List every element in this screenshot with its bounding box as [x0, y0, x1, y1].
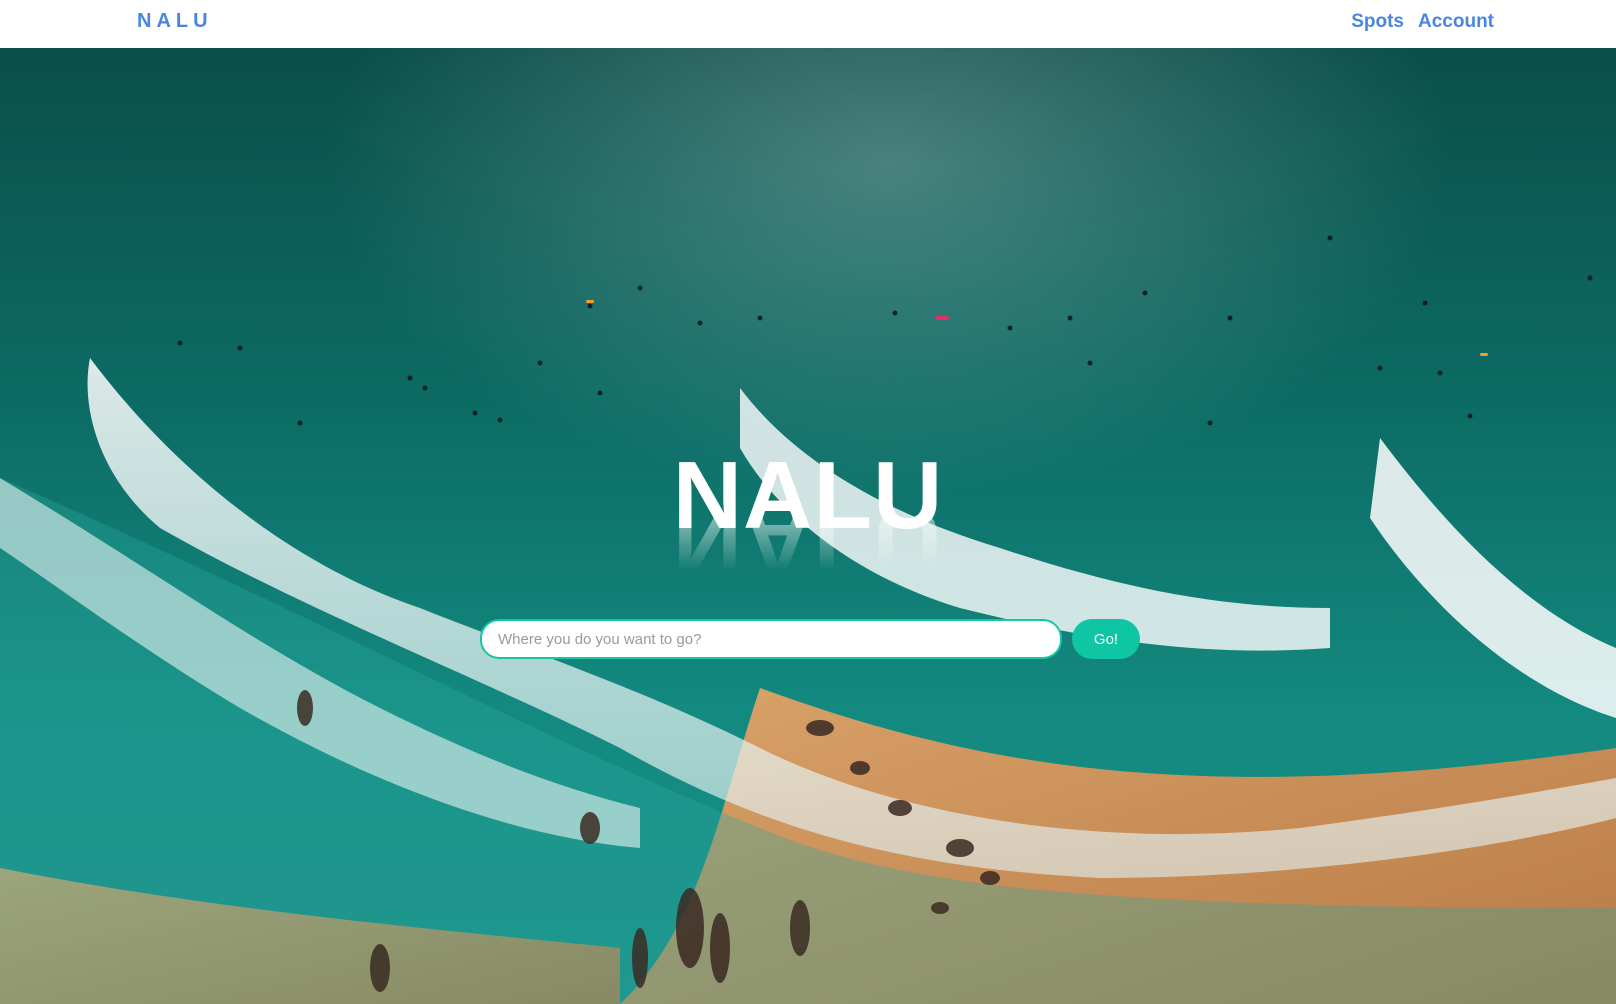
go-button[interactable]: Go!	[1072, 619, 1140, 659]
top-navbar: NALU Spots Account	[0, 0, 1616, 48]
brand-logo-link[interactable]: NALU	[137, 10, 213, 33]
nav-link-account[interactable]: Account	[1418, 11, 1494, 33]
search-form: Go!	[480, 619, 1140, 659]
hero-section: NALU NALU Go!	[0, 48, 1616, 1004]
nav-links: Spots Account	[1351, 11, 1494, 33]
destination-search-input[interactable]	[480, 619, 1062, 659]
nav-link-spots[interactable]: Spots	[1351, 11, 1404, 33]
hero-title-reflection: NALU	[672, 518, 944, 588]
